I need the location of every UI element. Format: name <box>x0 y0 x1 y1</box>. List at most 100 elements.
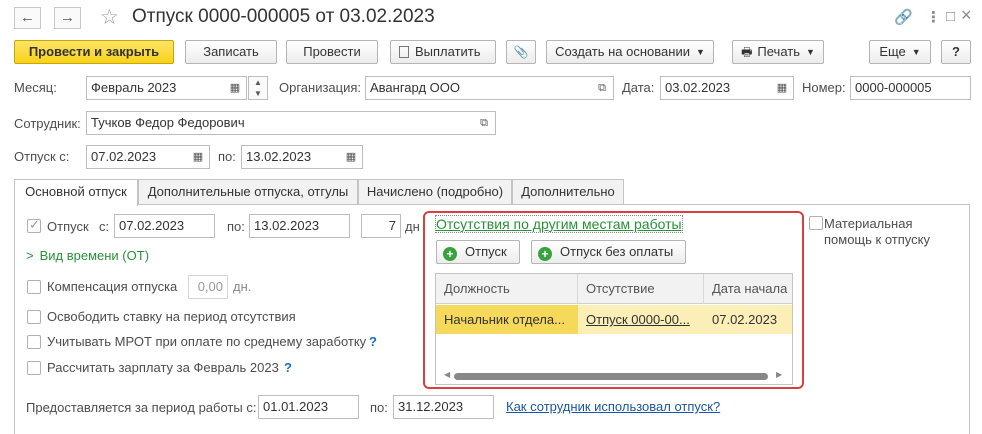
how-used-link[interactable]: Как сотрудник использовал отпуск? <box>506 399 720 414</box>
close-icon[interactable]: × <box>961 5 972 26</box>
table-row[interactable]: Начальник отдела... Отпуск 0000-00... 07… <box>436 305 792 334</box>
create-based-button[interactable]: Создать на основании ▼ <box>546 40 714 64</box>
scroll-left-icon[interactable]: ◀ <box>444 370 450 379</box>
document-icon <box>399 46 409 58</box>
days-unit: дн <box>405 219 420 234</box>
vacation-to-field[interactable]: 13.02.2023 ▦ <box>241 145 363 169</box>
main-to-field[interactable]: 13.02.2023 <box>249 214 350 238</box>
create-based-label: Создать на основании <box>555 44 690 59</box>
help-button[interactable]: ? <box>941 40 971 64</box>
material-help-checkbox[interactable] <box>809 216 823 230</box>
save-button[interactable]: Записать <box>185 40 277 64</box>
horizontal-scrollbar[interactable] <box>454 373 768 380</box>
main-to-value: 13.02.2023 <box>254 218 320 233</box>
employee-value: Тучков Федор Федорович <box>91 115 245 130</box>
open-icon[interactable]: ⧉ <box>473 112 495 134</box>
time-kind-label: Вид времени (ОТ) <box>39 248 150 263</box>
plus-circle-icon: + <box>443 247 457 261</box>
vacation-checkbox[interactable] <box>27 217 41 233</box>
add-unpaid-vacation-button[interactable]: + Отпуск без оплаты <box>531 240 686 264</box>
column-header-start-date[interactable]: Дата начала <box>704 274 792 304</box>
scroll-right-icon[interactable]: ▶ <box>776 370 782 379</box>
attach-button[interactable]: 📎 <box>506 40 536 64</box>
tab-accrued-detailed[interactable]: Начислено (подробно) <box>358 179 512 204</box>
table-cell-position[interactable]: Начальник отдела... <box>436 305 578 334</box>
table-cell-absence[interactable]: Отпуск 0000-00... <box>578 305 704 334</box>
calendar-icon[interactable]: ▦ <box>187 146 209 168</box>
vacation-check-label: Отпуск <box>47 219 89 234</box>
period-to-field[interactable]: 31.12.2023 <box>393 395 494 419</box>
period-to-value: 31.12.2023 <box>398 399 464 414</box>
absences-table[interactable]: Должность Отсутствие Дата начала Начальн… <box>435 273 793 385</box>
more-button-label: Еще <box>879 44 906 59</box>
days-value: 7 <box>388 218 396 233</box>
printer-icon: 🖶 <box>741 45 753 59</box>
pay-button[interactable]: Выплатить <box>390 40 496 64</box>
tab-additional-vacations[interactable]: Дополнительные отпуска, отгулы <box>138 179 358 204</box>
calendar-icon[interactable]: ▦ <box>771 77 793 99</box>
number-value: 0000-000005 <box>855 80 932 95</box>
employee-field[interactable]: Тучков Федор Федорович ⧉ <box>86 111 496 135</box>
print-button[interactable]: 🖶 Печать ▼ <box>732 40 824 64</box>
paperclip-icon: 📎 <box>513 45 529 59</box>
vacation-from-label: Отпуск с: <box>14 149 70 164</box>
free-rate-label: Освободить ставку на период отсутствия <box>47 309 296 324</box>
org-field[interactable]: Авангард ООО ⧉ <box>365 76 614 100</box>
calendar-icon[interactable]: ▦ <box>340 146 362 168</box>
back-button[interactable]: ← <box>14 7 41 29</box>
column-header-absence[interactable]: Отсутствие <box>578 274 704 304</box>
compensation-days-field[interactable]: 0,00 <box>188 275 228 299</box>
compensation-checkbox[interactable] <box>27 280 41 294</box>
calendar-icon[interactable]: ▦ <box>224 77 246 99</box>
add-vacation-button[interactable]: + Отпуск <box>436 240 520 264</box>
vacation-to-label: по: <box>218 149 236 164</box>
more-options-icon[interactable]: ⋮ <box>926 8 941 26</box>
star-icon[interactable]: ☆ <box>100 5 119 30</box>
tab-additional[interactable]: Дополнительно <box>512 179 624 204</box>
employee-label: Сотрудник: <box>14 116 81 131</box>
number-field[interactable]: 0000-000005 <box>850 76 971 100</box>
vacation-from-field[interactable]: 07.02.2023 ▦ <box>86 145 210 169</box>
more-button[interactable]: Еще ▼ <box>869 40 931 64</box>
from-label: с: <box>99 219 110 234</box>
main-from-value: 07.02.2023 <box>119 218 185 233</box>
arrow-left-icon: ← <box>20 9 35 26</box>
table-cell-start-date[interactable]: 07.02.2023 <box>704 305 792 334</box>
compensation-days-value: 0,00 <box>197 279 223 294</box>
help-question-icon[interactable]: ? <box>369 334 377 349</box>
date-field[interactable]: 03.02.2023 ▦ <box>660 76 794 100</box>
calc-salary-checkbox[interactable] <box>27 361 41 375</box>
absences-title-link[interactable]: Отсутствия по другим местам работы <box>435 215 683 233</box>
column-header-position[interactable]: Должность <box>436 274 578 304</box>
link-icon[interactable]: 🔗 <box>894 8 913 26</box>
maximize-icon[interactable]: □ <box>946 8 955 25</box>
main-from-field[interactable]: 07.02.2023 <box>114 214 215 238</box>
plus-circle-icon: + <box>538 247 552 261</box>
chevron-down-icon: ▼ <box>911 47 921 57</box>
days-field[interactable]: 7 <box>361 214 401 238</box>
month-label: Месяц: <box>14 80 57 95</box>
org-label: Организация: <box>279 80 362 95</box>
table-header: Должность Отсутствие Дата начала <box>436 274 792 304</box>
forward-button[interactable]: → <box>54 7 81 29</box>
chevron-right-icon: > <box>26 248 34 263</box>
chevron-down-icon: ▼ <box>806 47 815 57</box>
print-button-label: Печать <box>757 44 800 59</box>
tab-main-vacation[interactable]: Основной отпуск <box>14 179 138 206</box>
post-and-close-button[interactable]: Провести и закрыть <box>14 40 174 64</box>
mrot-checkbox[interactable] <box>27 335 41 349</box>
add-vacation-label: Отпуск <box>465 244 507 259</box>
free-rate-checkbox[interactable] <box>27 310 41 324</box>
month-stepper[interactable]: ▲ ▼ <box>248 76 268 100</box>
number-label: Номер: <box>802 80 846 95</box>
date-label: Дата: <box>622 80 655 95</box>
month-field[interactable]: Февраль 2023 ▦ <box>86 76 247 100</box>
open-icon[interactable]: ⧉ <box>591 77 613 99</box>
post-button[interactable]: Провести <box>286 40 378 64</box>
date-value: 03.02.2023 <box>665 80 731 95</box>
compensation-label: Компенсация отпуска <box>47 279 178 294</box>
period-from-field[interactable]: 01.01.2023 <box>258 395 359 419</box>
time-kind-toggle[interactable]: > Вид времени (ОТ) <box>26 248 149 263</box>
compensation-unit: дн. <box>233 279 252 294</box>
help-question-icon[interactable]: ? <box>284 360 292 375</box>
